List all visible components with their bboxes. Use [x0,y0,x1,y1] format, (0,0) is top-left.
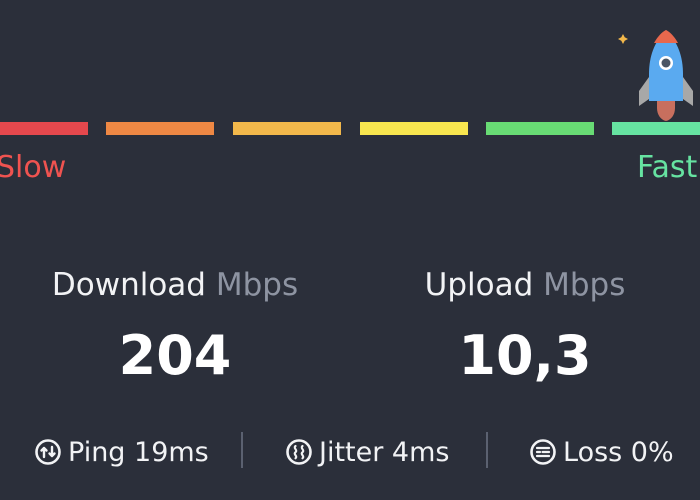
upload-value: 10,3 [458,324,592,387]
stats-row: Ping 19ms Jitter 4ms Loss 0% [0,426,700,478]
stats-divider-2 [486,432,488,468]
jitter-stat: Jitter 4ms [285,426,449,478]
ping-label: Ping 19ms [68,436,209,468]
speed-test-screen: Slow Fast Download Mbps 204 Upload Mbps … [0,0,700,500]
upload-label: Upload [424,267,534,303]
scale-segment-4 [360,122,468,135]
fast-label: Fast [637,150,698,185]
slow-label: Slow [0,150,67,185]
upload-unit: Mbps [543,267,626,303]
stats-divider-1 [241,432,243,468]
scale-segment-3 [233,122,341,135]
download-label: Download [51,267,206,303]
download-title: Download Mbps [0,262,350,308]
scale-segment-1 [0,122,88,135]
jitter-label: Jitter 4ms [319,436,450,468]
download-unit: Mbps [215,267,299,303]
loss-stat: Loss 0% [529,426,674,478]
download-metric: Download Mbps 204 [0,262,350,388]
upload-metric: Upload Mbps 10,3 [350,262,700,388]
rocket-icon [618,30,693,121]
loss-icon [530,439,556,465]
jitter-icon [286,439,312,465]
upload-title: Upload Mbps [350,262,700,308]
scale-segment-5 [486,122,594,135]
loss-label: Loss 0% [563,436,674,468]
ping-stat: Ping 19ms [34,426,209,478]
ping-icon [35,439,61,465]
download-value: 204 [118,324,232,387]
scale-segment-2 [106,122,214,135]
speed-scale: Slow Fast [0,0,700,200]
